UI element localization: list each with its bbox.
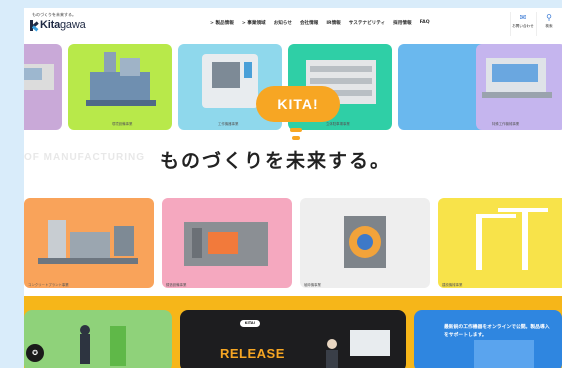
card-caption: 工作機器事業	[218, 122, 239, 126]
machine-illustration	[482, 58, 552, 98]
nav-news[interactable]: お知らせ	[274, 20, 292, 26]
site-header: ものづくりを未来する。 Kitagawa > 製品情報 > 事業領域 お知らせ …	[24, 8, 562, 40]
card-caption: 環境設備事業	[112, 122, 133, 126]
feature-card-release[interactable]	[180, 310, 406, 368]
nav-products[interactable]: > 製品情報	[210, 20, 234, 26]
card-caption: コンクリートプラント事業	[28, 283, 69, 287]
release-heading: RELEASE	[220, 346, 285, 361]
nav-company[interactable]: 会社情報	[300, 20, 318, 26]
hero-background-text: OF MANUFACTURING	[24, 152, 145, 163]
machine-illustration	[476, 208, 548, 270]
card-casting[interactable]: 鋳造設備事業	[162, 198, 292, 288]
person-illustration	[80, 325, 126, 366]
machine-illustration	[38, 220, 138, 264]
nav-ir[interactable]: IR情報	[326, 20, 340, 26]
machine-illustration	[344, 216, 386, 268]
site-logo[interactable]: Kitagawa	[30, 18, 86, 32]
card-caption: 鋳造設備事業	[166, 283, 187, 287]
card-construction-machinery[interactable]: 建設機械事業	[438, 198, 562, 288]
card-caption: 破砕機事業	[304, 283, 321, 287]
machine-illustration	[24, 64, 54, 90]
nav-recruit[interactable]: 採用情報	[393, 20, 411, 26]
search-icon: ⚲	[546, 13, 552, 22]
card-environment[interactable]: 環境設備事業	[68, 44, 172, 130]
logo-text: Kitagawa	[40, 19, 86, 31]
feature-card-green[interactable]	[24, 310, 172, 368]
contact-button[interactable]: ✉ お問い合わせ	[510, 12, 535, 36]
release-illustration	[326, 330, 390, 368]
main-nav: > 製品情報 > 事業領域 お知らせ 会社情報 IR情報 サステナビリティ 採用…	[210, 20, 438, 26]
card-crusher[interactable]: 破砕機事業	[300, 198, 430, 288]
machine-illustration	[184, 222, 268, 266]
mail-icon: ✉	[519, 13, 527, 22]
online-feature-text: 最新鋭の工作機器をオンラインで公開。製品導入をサポートします。	[444, 325, 550, 338]
card-partial-left[interactable]	[24, 44, 62, 130]
kita-speech-bubble: KITA!	[256, 86, 340, 122]
bubble-tail	[292, 136, 300, 140]
card-special-machines-2[interactable]: 特殊工作機械事業	[476, 44, 562, 130]
card-caption: 建設機械事業	[442, 283, 463, 287]
machine-illustration	[86, 52, 156, 106]
logo-k-icon	[30, 19, 40, 31]
cookie-settings-button[interactable]: ✪	[26, 344, 44, 362]
card-concrete-plant[interactable]: コンクリートプラント事業	[24, 198, 154, 288]
search-button[interactable]: ⚲ 検索	[536, 12, 561, 36]
nav-faq[interactable]: FAQ	[420, 20, 430, 26]
card-caption: 特殊工作機械事業	[492, 122, 520, 126]
nav-sustainability[interactable]: サステナビリティ	[349, 20, 385, 26]
bubble-tail	[290, 128, 302, 132]
hero-slogan: ものづくりを未来する。	[160, 150, 392, 172]
card-caption: 立体駐車場事業	[326, 122, 350, 126]
kita-pill: KITA!	[240, 320, 260, 327]
page: ものづくりを未来する。 Kitagawa > 製品情報 > 事業領域 お知らせ …	[24, 8, 562, 368]
nav-business[interactable]: > 事業領域	[242, 20, 266, 26]
